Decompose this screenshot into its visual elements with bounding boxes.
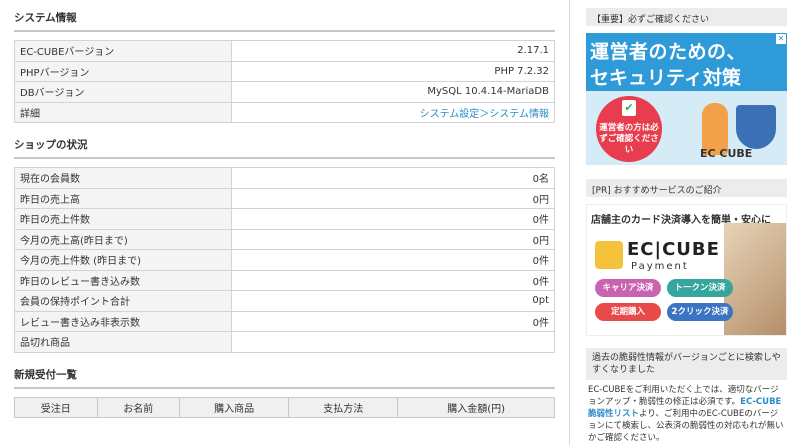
row-value: 2.17.1 [231,40,555,62]
table-row: 会員の保持ポイント合計 0pt [14,290,555,312]
row-label: 今月の売上件数 (昨日まで) [14,249,232,271]
security-banner[interactable]: 運営者のための、 セキュリティ対策 ✕ 運営者の方は必ずご確認ください ✔ EC… [586,33,787,165]
banner-line-2: セキュリティ対策 [590,67,741,89]
pill-2click: 2クリック決済 [667,303,733,321]
pill-subscription: 定期購入 [595,303,661,321]
new-orders-table: 受注日 お名前 購入商品 支払方法 購入金額(円) [14,396,555,418]
payment-subtitle: Payment [631,261,689,272]
sidebar: 【重要】必ずご確認ください 運営者のための、 セキュリティ対策 ✕ 運営者の方は… [586,8,787,445]
table-row: 品切れ商品 [14,331,555,353]
payment-logo: EC|CUBE [627,239,720,260]
shield-icon [736,105,776,149]
row-label: 今月の売上高(昨日まで) [14,228,232,250]
column-header-name: お名前 [96,396,181,418]
row-value: 0円 [231,228,555,250]
important-notice-title: 【重要】必ずご確認ください [586,8,787,26]
row-label: 現在の会員数 [14,167,232,189]
banner-line-1: 運営者のための、 [590,41,747,63]
table-header-row: 受注日 お名前 購入商品 支払方法 購入金額(円) [14,396,555,418]
pill-token: トークン決済 [667,279,733,297]
payment-banner[interactable]: 店舗主のカード決済導入を簡単・安心に EC|CUBE Payment キャリア決… [586,204,787,336]
table-row: 今月の売上件数 (昨日まで) 0件 [14,249,555,271]
row-label: 品切れ商品 [14,331,232,353]
row-label: 昨日の売上高 [14,187,232,209]
row-value: 0円 [231,187,555,209]
table-row: 現在の会員数 0名 [14,167,555,189]
table-row: 詳細 システム設定＞システム情報 [14,101,555,123]
row-value: システム設定＞システム情報 [231,101,555,123]
vulnerability-title: 過去の脆弱性情報がバージョンごとに検索しやすくなりました [586,348,787,380]
row-label: 昨日のレビュー書き込み数 [14,269,232,291]
row-label: 詳細 [14,101,232,123]
row-label: EC-CUBEバージョン [14,40,232,62]
row-value: 0pt [231,290,555,312]
row-label: DBバージョン [14,81,232,103]
row-value: 0件 [231,310,555,332]
table-row: DBバージョン MySQL 10.4.14-MariaDB [14,81,555,103]
column-divider [569,0,570,445]
row-label: 昨日の売上件数 [14,208,232,230]
row-value: PHP 7.2.32 [231,60,555,82]
cube-logo-icon [595,241,623,269]
column-header-order-date: 受注日 [14,396,98,418]
table-row: 昨日の売上高 0円 [14,187,555,209]
row-value [231,331,555,353]
vulnerability-box: 過去の脆弱性情報がバージョンごとに検索しやすくなりました EC-CUBEをご利用… [586,348,787,445]
row-label: レビュー書き込み非表示数 [14,310,232,332]
table-row: PHPバージョン PHP 7.2.32 [14,60,555,82]
column-header-payment: 支払方法 [288,396,399,418]
shop-status-table: 現在の会員数 0名 昨日の売上高 0円 昨日の売上件数 0件 今月の売上高(昨日まで)… [14,167,555,353]
row-value: MySQL 10.4.14-MariaDB [231,81,555,103]
column-header-amount: 購入金額(円) [397,396,555,418]
pill-carrier: キャリア決済 [595,279,661,297]
vulnerability-text: EC-CUBEをご利用いただく上では、適切なバージョンアップ・脆弱性の修正は必須… [586,380,787,445]
row-value: 0名 [231,167,555,189]
ad-close-icon[interactable]: ✕ [776,34,786,44]
shop-status-title: ショップの状況 [14,135,555,159]
system-info-table: EC-CUBEバージョン 2.17.1 PHPバージョン PHP 7.2.32 DB… [14,40,555,123]
row-label: PHPバージョン [14,60,232,82]
pr-title: [PR] おすすめサービスのご紹介 [586,179,787,197]
table-row: レビュー書き込み非表示数 0件 [14,310,555,332]
system-info-link[interactable]: システム設定＞システム情報 [420,109,549,120]
eccube-logo: EC CUBE [700,147,753,160]
table-row: 昨日のレビュー書き込み数 0件 [14,269,555,291]
banner-photo [724,223,786,335]
row-value: 0件 [231,269,555,291]
row-value: 0件 [231,249,555,271]
row-value: 0件 [231,208,555,230]
table-row: EC-CUBEバージョン 2.17.1 [14,40,555,62]
row-label: 会員の保持ポイント合計 [14,290,232,312]
new-orders-title: 新規受付一覧 [14,365,555,389]
main-content: システム情報 EC-CUBEバージョン 2.17.1 PHPバージョン PHP 7.… [14,8,555,418]
column-header-products: 購入商品 [179,396,290,418]
checkmark-icon: ✔ [622,100,636,116]
system-info-title: システム情報 [14,8,555,32]
table-row: 昨日の売上件数 0件 [14,208,555,230]
table-row: 今月の売上高(昨日まで) 0円 [14,228,555,250]
